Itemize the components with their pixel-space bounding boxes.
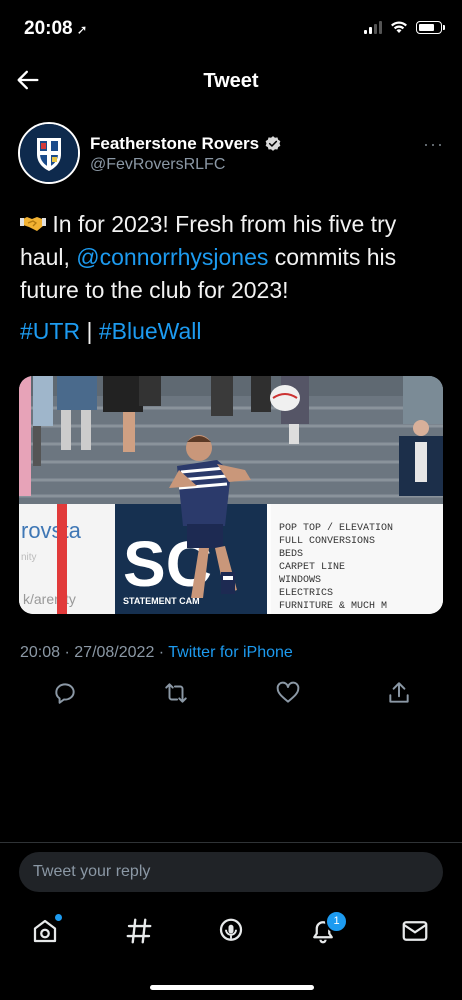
ad-line: WINDOWS [279,575,321,586]
tweet-line-2: haul, @connorrhysjones commits his [20,241,440,274]
banner-left-text: rovsta [21,518,82,543]
home-icon [33,919,57,943]
tweet-line-1-text: In for 2023! Fresh from his five try [46,211,397,237]
tab-home[interactable] [30,914,62,946]
photo-scene: rovsta nity k/arenity SC STATEMENT CAM P… [19,376,443,614]
reply-input[interactable]: Tweet your reply [19,852,443,892]
tweet-line-2-post: commits his [268,244,397,270]
notifications-badge: 1 [325,910,348,933]
handshake-emoji-icon [20,217,46,231]
tweet-hashtags: #UTR | #BlueWall [20,318,202,345]
banner-left-sub2: k/arenity [23,591,76,607]
home-indicator[interactable] [150,985,314,990]
mention-link[interactable]: @connorrhysjones [76,244,268,270]
wifi-icon [391,21,407,33]
mail-icon [402,921,428,941]
hashtag-icon [126,918,152,944]
avatar[interactable] [18,122,80,184]
ad-line: FULL CONVERSIONS [279,536,375,547]
status-time: 20:08 ➚ [24,18,88,40]
tweet-line-3: future to the club for 2023! [20,277,289,303]
reply-placeholder: Tweet your reply [33,863,151,880]
hashtag-separator: | [80,318,99,344]
status-bar: 20:08 ➚ [0,0,462,56]
more-options-icon[interactable]: ··· [423,134,444,155]
sponsor-name: STATEMENT CAM [123,596,200,606]
location-arrow-icon: ➚ [76,22,88,37]
tweet-date: 27/08/2022 [74,644,155,661]
tweet-text: In for 2023! Fresh from his five try hau… [20,208,440,307]
author-handle[interactable]: @FevRoversRLFC [90,156,225,174]
tweet-time: 20:08 [20,644,61,661]
author-name-text: Featherstone Rovers [90,134,260,153]
tab-messages[interactable] [400,916,430,946]
battery-icon [416,20,445,34]
reply-icon[interactable] [52,680,78,706]
tweet-line-2-pre: haul, [20,244,77,270]
status-icons [364,20,445,34]
status-time-text: 20:08 [24,18,73,39]
divider [0,842,462,843]
ad-line: FURNITURE & MUCH M [279,601,387,612]
bottom-tab-bar: 1 [0,908,462,958]
tweet-source-link[interactable]: Twitter for iPhone [168,644,293,661]
author-name[interactable]: Featherstone Rovers [90,134,282,154]
banner-left-sub: nity [21,552,37,563]
meta-separator: · [60,644,75,661]
tweet-line-1: In for 2023! Fresh from his five try [20,208,440,241]
tab-notifications[interactable]: 1 [308,910,348,946]
club-crest-icon [20,124,78,182]
hashtag-link-bluewall[interactable]: #BlueWall [99,318,202,344]
spaces-microphone-icon [219,918,243,941]
nav-bar: Tweet [0,56,462,106]
home-unread-dot [55,914,62,921]
ad-line: POP TOP / ELEVATION [279,522,393,534]
hashtag-link-utr[interactable]: #UTR [20,318,80,344]
ad-line: CARPET LINE [279,562,345,573]
ad-line: ELECTRICS [279,588,333,599]
tweet-actions [52,680,412,712]
retweet-icon[interactable] [163,680,189,706]
verified-badge-icon [265,136,281,151]
meta-separator: · [154,644,169,661]
tweet-author: Featherstone Rovers @FevRoversRLFC ··· [18,122,444,186]
cellular-signal-icon [364,20,382,34]
share-icon[interactable] [386,680,412,706]
tweet-photo[interactable]: rovsta nity k/arenity SC STATEMENT CAM P… [19,376,443,614]
ad-line: BEDS [279,549,303,560]
tweet-meta: 20:08 · 27/08/2022 · Twitter for iPhone [20,644,293,662]
page-title: Tweet [203,70,259,92]
tab-explore[interactable] [124,916,154,946]
like-heart-icon[interactable] [275,680,301,706]
tab-spaces[interactable] [216,916,246,946]
